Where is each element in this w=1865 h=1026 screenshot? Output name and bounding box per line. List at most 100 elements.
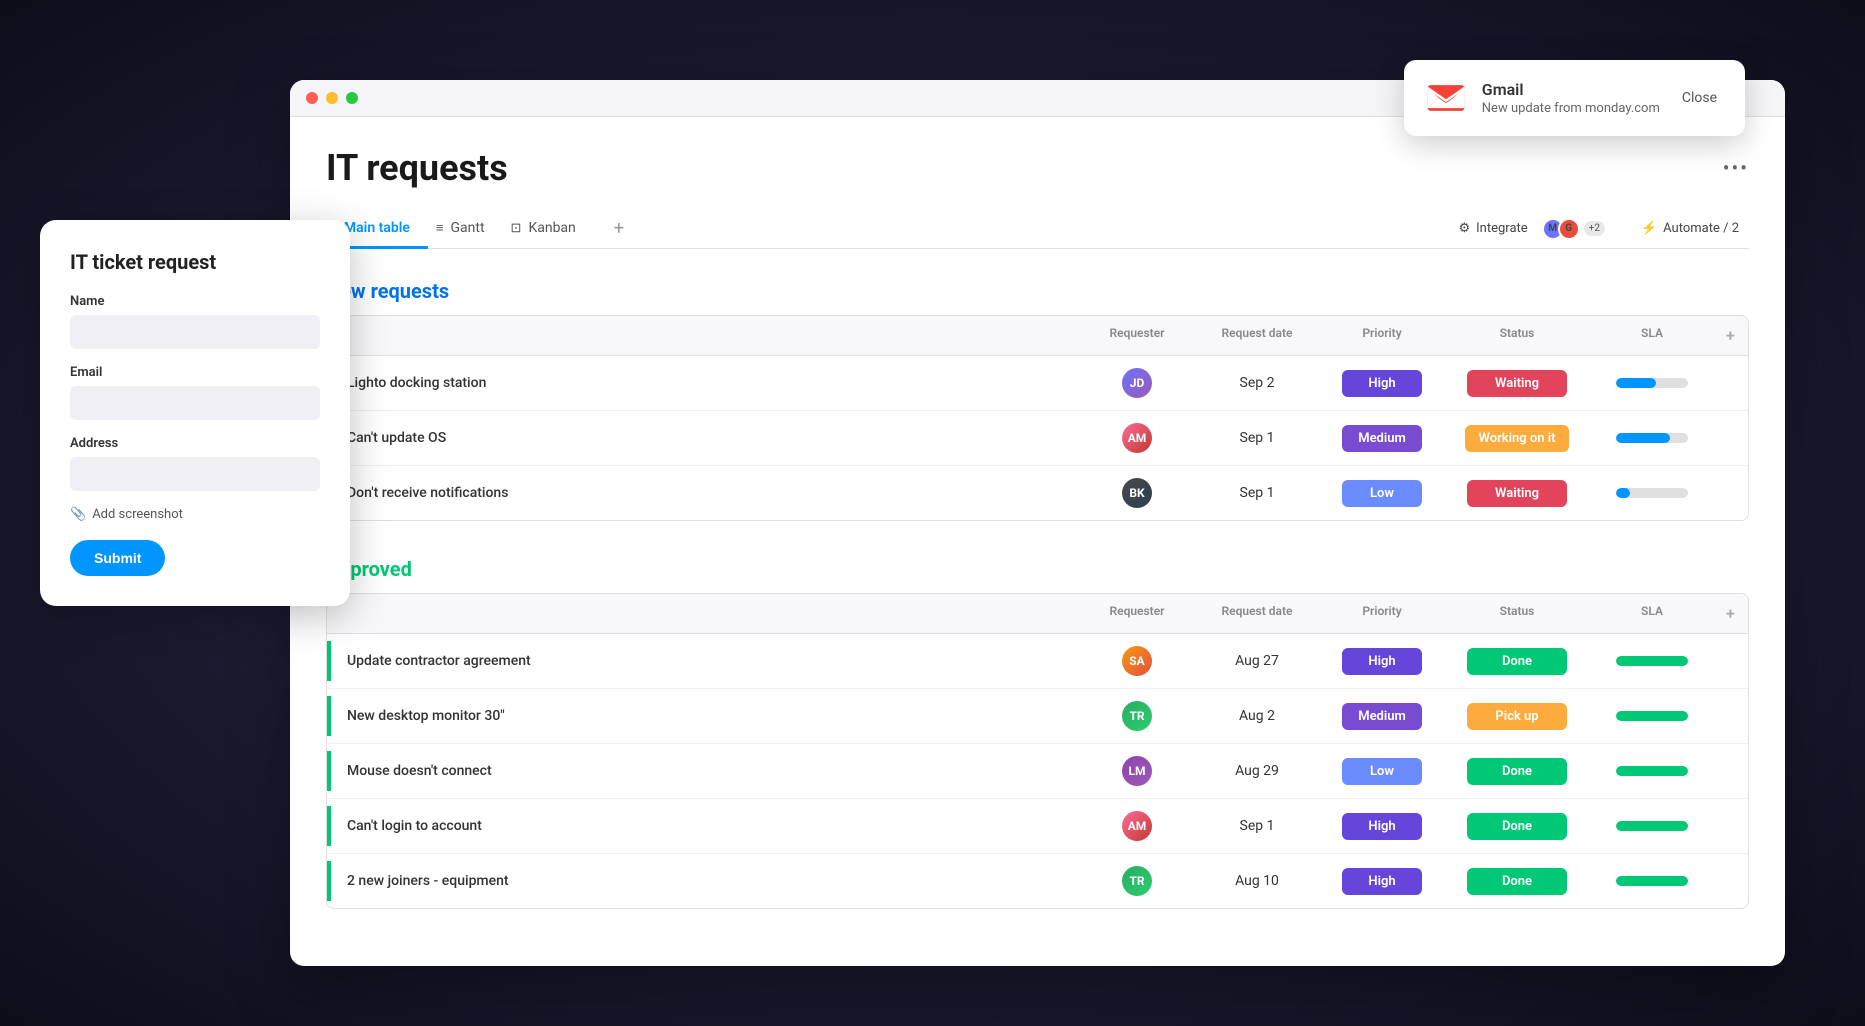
priority-badge: Low [1342,758,1422,785]
add-screenshot-button[interactable]: 📎 Add screenshot [70,507,320,522]
integrate-label: Integrate [1476,221,1528,236]
sla-fill [1616,876,1688,886]
table-row[interactable]: Can't login to account AM Sep 1 High Don… [327,799,1748,854]
sla-bar [1616,378,1688,388]
sla-bar [1616,766,1688,776]
gmail-close-button[interactable]: Close [1674,86,1725,110]
th-status-new: Status [1442,316,1592,355]
status-badge: Waiting [1467,480,1567,507]
row-priority: High [1322,856,1442,907]
approved-header: Approved [326,557,1749,581]
table-row[interactable]: Mouse doesn't connect LM Aug 29 Low Done [327,744,1748,799]
sla-fill [1616,378,1656,388]
sla-bar [1616,821,1688,831]
priority-badge: Medium [1342,425,1422,452]
th-requester-new: Requester [1082,316,1192,355]
row-add [1712,869,1748,893]
window-close-dot[interactable] [306,92,318,104]
priority-badge: High [1342,370,1422,397]
row-date: Aug 29 [1192,751,1322,791]
integration-count: +2 [1584,221,1605,236]
new-requests-table: Requester Request date Priority Status S… [326,315,1749,521]
avatar: AM [1122,811,1152,841]
tab-gantt[interactable]: ≡ Gantt [436,210,503,249]
row-status: Working on it [1442,413,1592,464]
th-date-new: Request date [1192,316,1322,355]
priority-badge: Low [1342,480,1422,507]
row-name: Mouse doesn't connect [327,751,1082,791]
gmail-subtitle: New update from monday.com [1482,101,1660,116]
row-add [1712,649,1748,673]
row-requester: LM [1082,744,1192,798]
integrate-icon: ⚙ [1458,221,1470,236]
priority-badge: High [1342,648,1422,675]
avatar: TR [1122,701,1152,731]
sla-bar [1616,876,1688,886]
automate-button[interactable]: ⚡ Automate / 2 [1631,215,1749,242]
gmail-logo-icon [1424,76,1468,120]
th-status-approved: Status [1442,594,1592,633]
table-row[interactable]: Can't update OS AM Sep 1 Medium Working … [327,411,1748,466]
row-sla [1592,809,1712,843]
sla-fill [1616,766,1688,776]
add-screenshot-label: Add screenshot [92,507,183,522]
page-menu-dots[interactable]: ••• [1723,156,1749,180]
row-status: Pick up [1442,691,1592,742]
new-requests-table-header: Requester Request date Priority Status S… [327,316,1748,356]
status-badge: Working on it [1465,425,1570,452]
row-name: New desktop monitor 30" [327,696,1082,736]
row-status: Done [1442,856,1592,907]
approved-rows: Update contractor agreement SA Aug 27 Hi… [327,634,1748,908]
approved-section: Approved Requester Request date Priority… [326,557,1749,909]
add-tab-button[interactable]: + [606,210,632,247]
address-field: Address [70,436,320,491]
status-badge: Done [1467,868,1567,895]
table-row[interactable]: 2 new joiners - equipment TR Aug 10 High… [327,854,1748,908]
sla-bar [1616,488,1688,498]
approved-table: Requester Request date Priority Status S… [326,593,1749,909]
page-header: IT requests ••• [326,147,1749,189]
row-requester: AM [1082,799,1192,853]
sla-fill [1616,821,1688,831]
row-status: Waiting [1442,358,1592,409]
tabs-right-actions: ⚙ Integrate M G +2 ⚡ Automate / 2 [1448,212,1749,246]
row-sla [1592,644,1712,678]
th-add-col-new[interactable]: + [1712,316,1748,355]
priority-badge: High [1342,868,1422,895]
row-priority: Low [1322,746,1442,797]
row-date: Sep 1 [1192,418,1322,458]
avatar: TR [1122,866,1152,896]
table-row[interactable]: Lighto docking station JD Sep 2 High Wai… [327,356,1748,411]
integrate-button[interactable]: ⚙ Integrate M G +2 [1448,212,1614,246]
row-requester: BK [1082,466,1192,520]
sla-bar [1616,711,1688,721]
table-row[interactable]: Update contractor agreement SA Aug 27 Hi… [327,634,1748,689]
paperclip-icon: 📎 [70,507,86,522]
th-date-approved: Request date [1192,594,1322,633]
status-badge: Pick up [1467,703,1567,730]
row-date: Sep 1 [1192,806,1322,846]
row-requester: AM [1082,411,1192,465]
row-add [1712,481,1748,505]
th-name-new [327,316,1082,355]
table-row[interactable]: New desktop monitor 30" TR Aug 2 Medium … [327,689,1748,744]
gmail-text: Gmail New update from monday.com [1482,80,1660,116]
kanban-icon: ⊡ [511,221,522,236]
sla-bar [1616,656,1688,666]
row-name: Update contractor agreement [327,641,1082,681]
table-row[interactable]: Don't receive notifications BK Sep 1 Low… [327,466,1748,520]
tab-kanban[interactable]: ⊡ Kanban [511,210,594,249]
name-input[interactable] [70,315,320,349]
submit-button[interactable]: Submit [70,540,165,576]
tab-main-table-label: Main table [344,220,410,236]
window-minimize-dot[interactable] [326,92,338,104]
email-input[interactable] [70,386,320,420]
status-badge: Done [1467,758,1567,785]
window-maximize-dot[interactable] [346,92,358,104]
gmail-notification: Gmail New update from monday.com Close [1404,60,1745,136]
avatar: JD [1122,368,1152,398]
address-input[interactable] [70,457,320,491]
row-sla [1592,421,1712,455]
th-add-col-approved[interactable]: + [1712,594,1748,633]
row-requester: TR [1082,854,1192,908]
